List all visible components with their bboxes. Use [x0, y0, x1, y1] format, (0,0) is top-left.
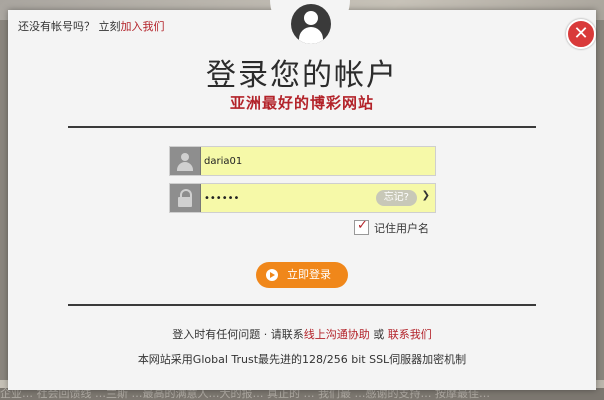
divider-top [68, 126, 536, 128]
page-subtitle: 亚洲最好的博彩网站 [229, 94, 374, 112]
signup-link[interactable]: 加入我们 [121, 20, 165, 33]
page-title: 登录您的帐户 [206, 58, 398, 93]
close-button[interactable]: ✕ [566, 19, 596, 49]
help-separator: 或 [369, 328, 388, 341]
signup-prompt: 还没有帐号吗？ 立刻加入我们 [18, 18, 165, 34]
lock-icon [170, 184, 201, 212]
remember-checkbox[interactable]: ✓ [354, 218, 369, 235]
background-panel-right [596, 20, 604, 380]
user-avatar-icon [291, 4, 331, 44]
login-modal: 还没有帐号吗？ 立刻加入我们 ✕ 登录您的帐户 亚洲最好的博彩网站 忘记? ❯ … [8, 0, 596, 390]
username-input[interactable] [204, 151, 424, 171]
signup-prompt-text: 还没有帐号吗？ 立刻 [18, 20, 121, 33]
help-text: 登入时有任何问题 · 请联系线上沟通协助 或 联系我们 [8, 326, 596, 342]
remember-label: 记住用户名 [374, 222, 429, 235]
background-panel-left [0, 20, 8, 380]
contact-us-link[interactable]: 联系我们 [388, 328, 432, 341]
forgot-password-button[interactable]: 忘记? [375, 190, 417, 206]
help-prefix: 登入时有任何问题 · 请联系 [172, 328, 304, 341]
login-button[interactable]: 立即登录 [256, 262, 348, 288]
user-icon [170, 147, 201, 175]
login-button-label: 立即登录 [287, 268, 331, 281]
play-icon [266, 269, 278, 281]
checkmark-icon: ✓ [357, 218, 368, 233]
password-field[interactable]: 忘记? ❯ [169, 183, 436, 213]
security-notice: 本网站采用Global Trust最先进的128/256 bit SSL伺服器加… [137, 353, 467, 366]
username-field[interactable] [169, 146, 436, 176]
live-chat-link[interactable]: 线上沟通协助 [304, 328, 370, 341]
reveal-password-icon[interactable]: ❯ [422, 190, 430, 201]
divider-bottom [68, 304, 536, 306]
